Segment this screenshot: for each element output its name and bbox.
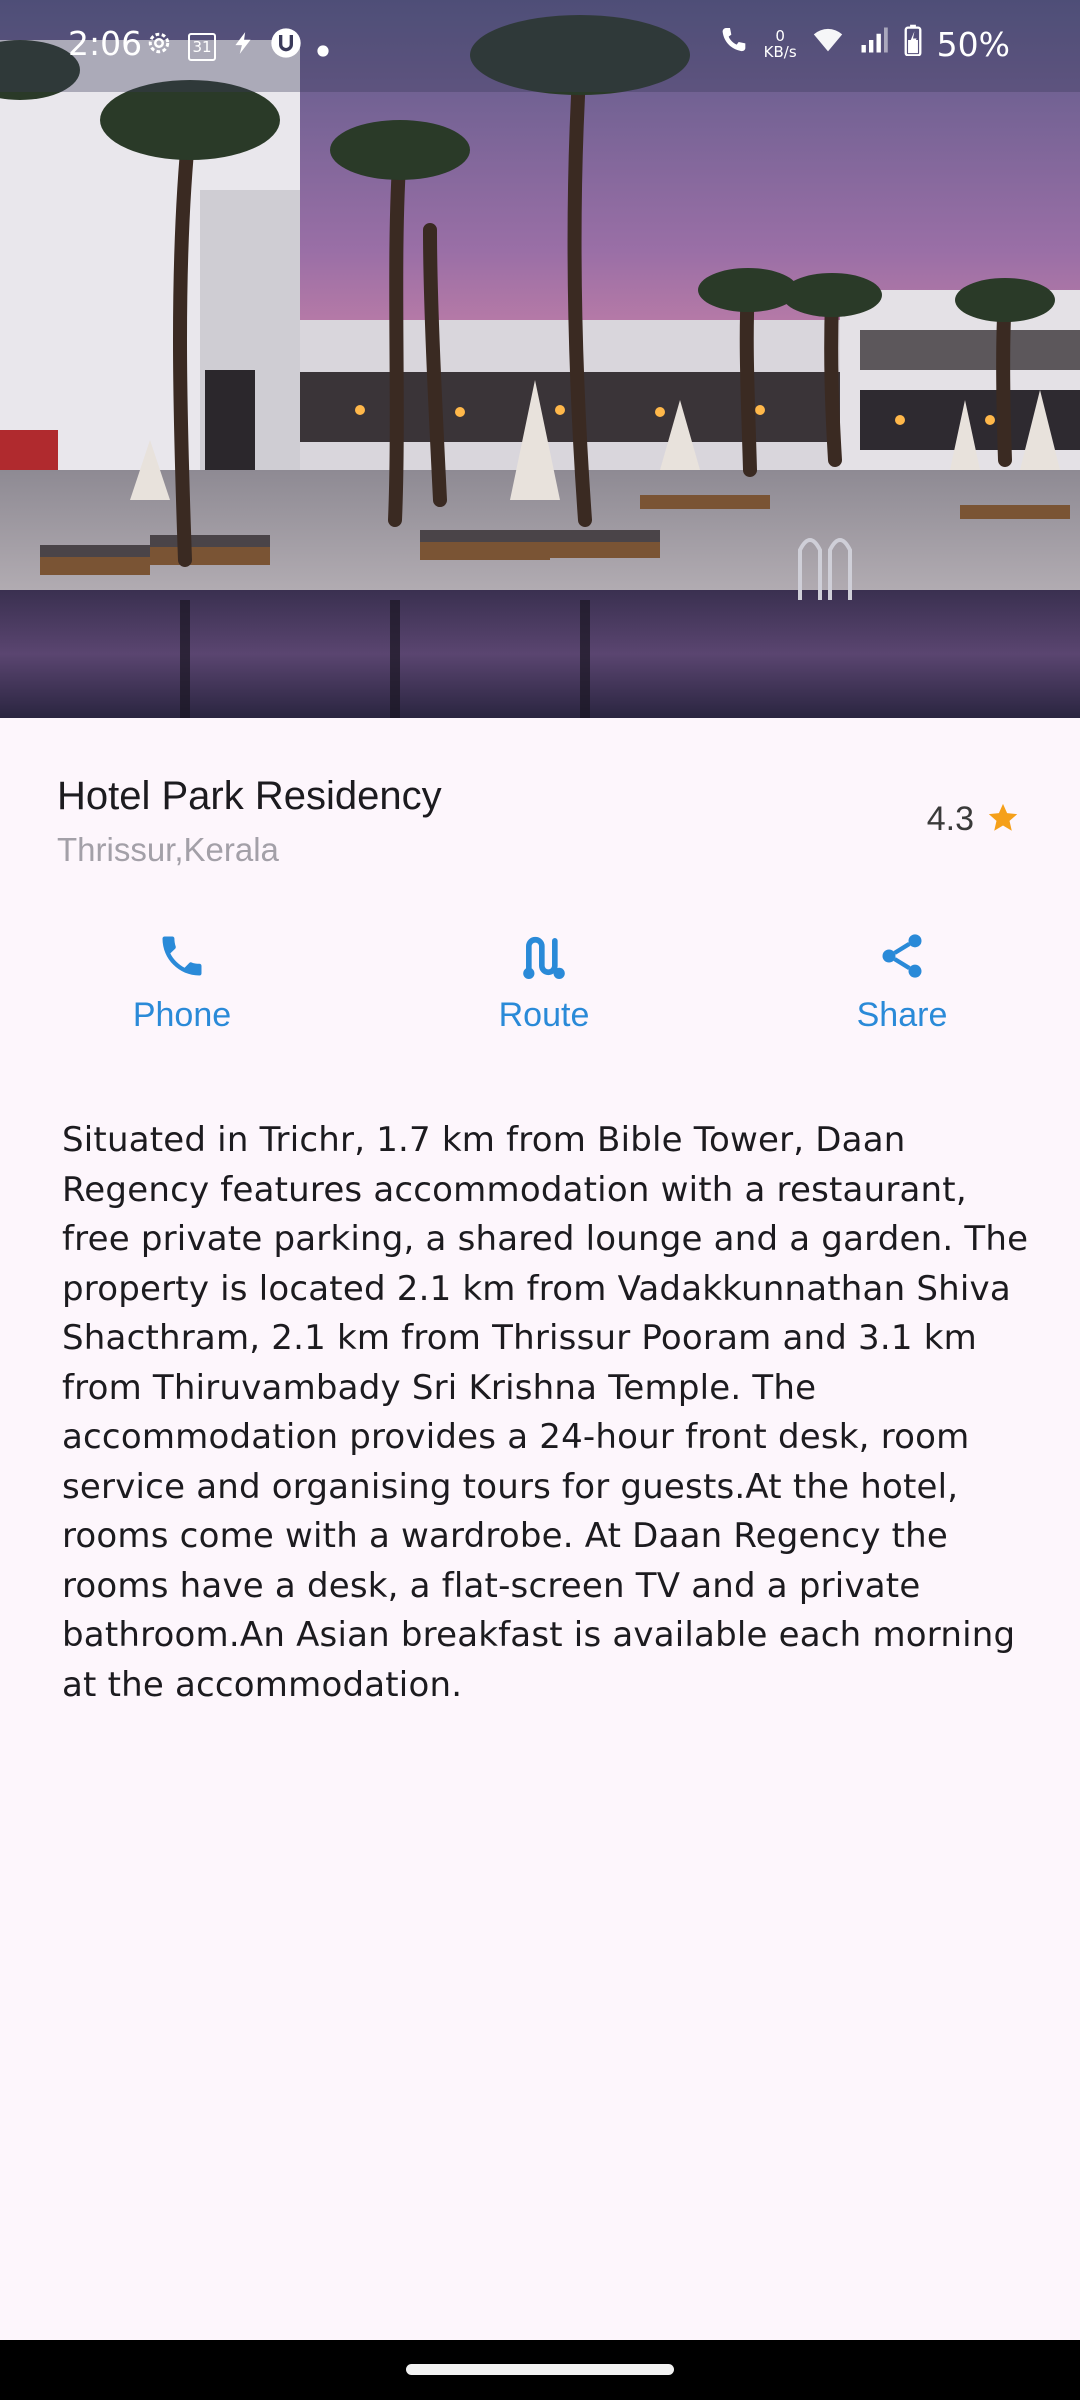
- settings-icon: [144, 28, 174, 66]
- battery-percent: 50%: [936, 24, 1010, 64]
- bolt-icon: [230, 28, 256, 66]
- hotel-rating: 4.3: [927, 800, 1020, 839]
- status-right: 0 KB/s 50%: [718, 24, 1010, 64]
- wifi-icon: [811, 25, 845, 63]
- signal-icon: [859, 25, 889, 63]
- route-icon: [518, 920, 570, 992]
- home-gesture-handle[interactable]: [406, 2364, 674, 2375]
- action-bar: Phone Route Share: [0, 920, 1080, 1040]
- navigation-bar: [0, 2340, 1080, 2400]
- network-speed-unit: KB/s: [763, 43, 797, 61]
- app-icon: [270, 27, 302, 67]
- phone-button[interactable]: Phone: [82, 920, 282, 1035]
- phone-icon: [156, 920, 208, 992]
- hotel-photo: [0, 0, 1080, 718]
- wifi-call-icon: [718, 24, 750, 64]
- battery-icon: [903, 24, 923, 64]
- hotel-detail-screen: 2:06 31 0 KB/s 50% Hotel Park Residency …: [0, 0, 1080, 2400]
- hotel-location: Thrissur,Kerala: [57, 831, 279, 868]
- status-bar: 2:06 31 0 KB/s 50%: [0, 0, 1080, 92]
- share-icon: [876, 920, 928, 992]
- route-label: Route: [498, 996, 590, 1034]
- status-time: 2:06: [68, 24, 143, 63]
- share-label: Share: [856, 996, 948, 1034]
- calendar-icon: 31: [188, 33, 216, 61]
- dot-icon: [316, 28, 330, 66]
- share-button[interactable]: Share: [802, 920, 1002, 1035]
- hotel-name: Hotel Park Residency: [57, 774, 442, 818]
- star-icon: [986, 801, 1020, 839]
- status-left-icons: 31: [144, 27, 330, 67]
- route-button[interactable]: Route: [444, 920, 644, 1035]
- network-speed-value: 0: [775, 27, 785, 45]
- hotel-description: Situated in Trichr, 1.7 km from Bible To…: [62, 1120, 1029, 1705]
- network-speed: 0 KB/s: [764, 28, 797, 60]
- rating-value: 4.3: [926, 800, 974, 838]
- phone-label: Phone: [132, 996, 232, 1034]
